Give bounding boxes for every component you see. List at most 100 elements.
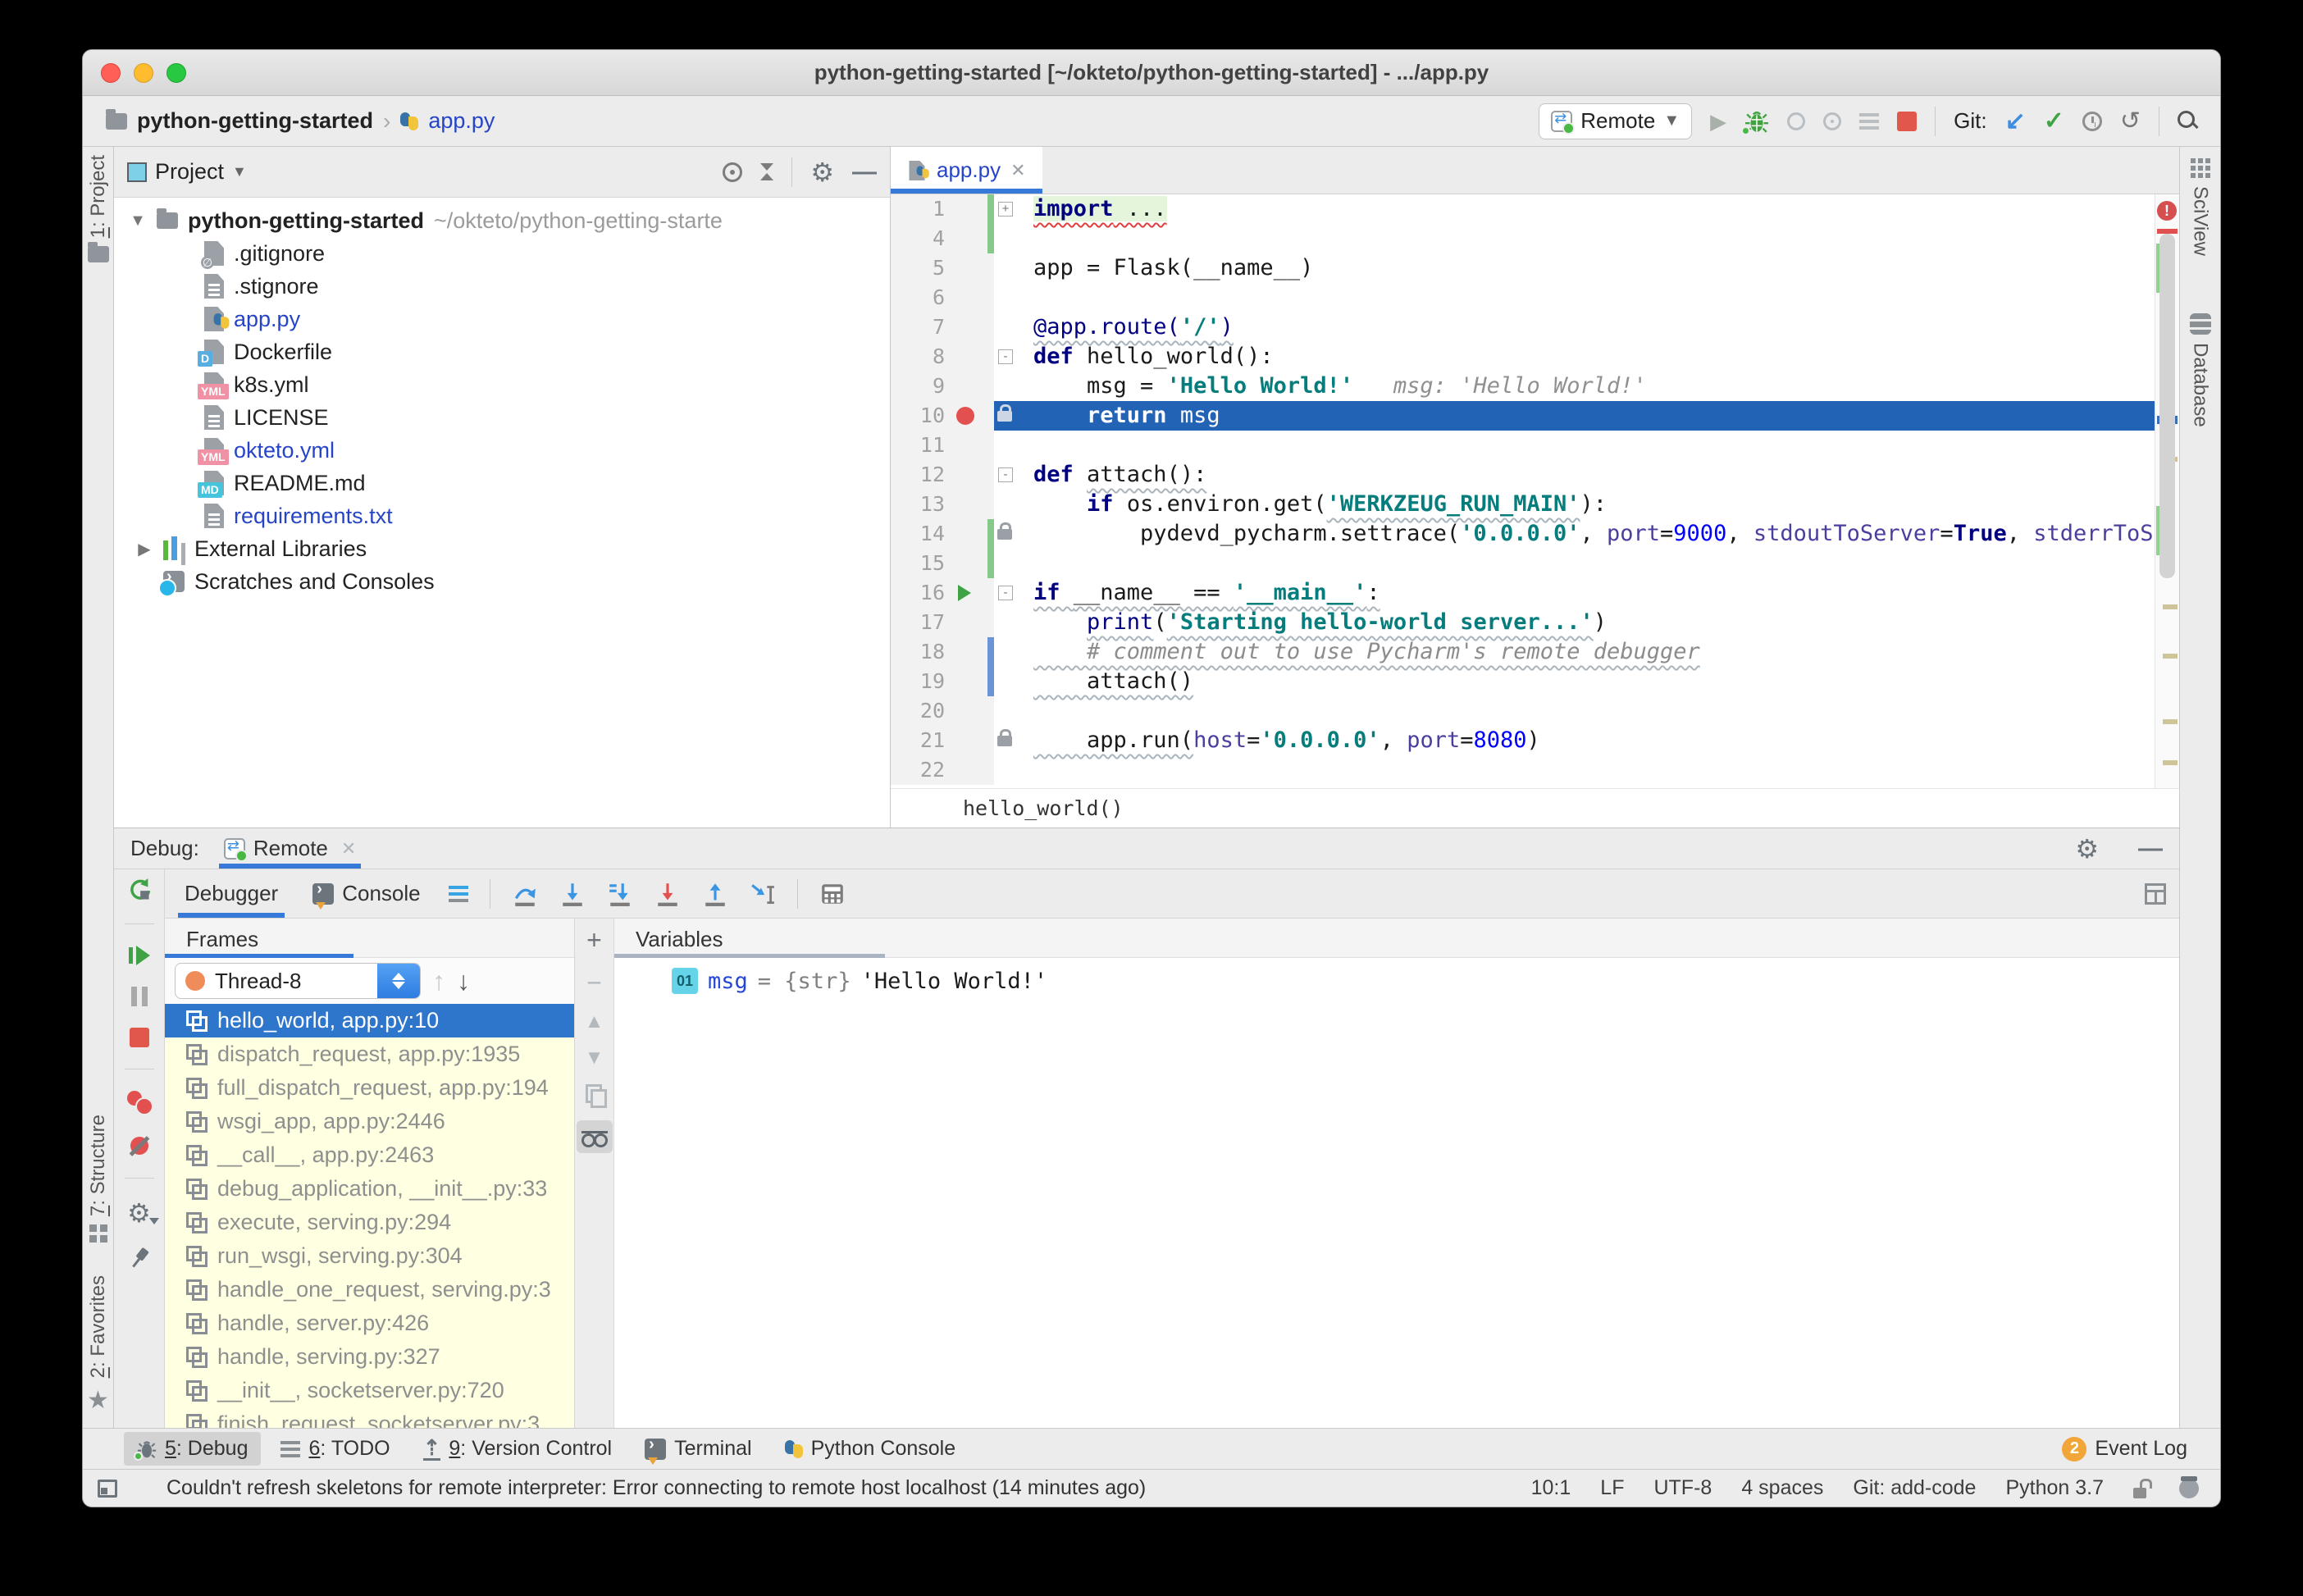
pause-button[interactable] (130, 987, 148, 1006)
file-encoding[interactable]: UTF-8 (1653, 1476, 1712, 1500)
sidebar-item-sciview[interactable]: SciView (2189, 158, 2212, 256)
frame-row[interactable]: full_dispatch_request, app.py:194 (165, 1071, 574, 1105)
resume-button[interactable] (128, 946, 150, 965)
code-line[interactable]: 13 if os.environ.get('WERKZEUG_RUN_MAIN'… (891, 490, 2155, 519)
step-into-my-code-button[interactable] (654, 881, 681, 907)
debug-settings-gear-icon[interactable]: ⚙ (2075, 836, 2099, 862)
warning-stripe-mark[interactable] (2163, 654, 2178, 659)
code-line[interactable]: 20 (891, 696, 2155, 726)
git-update-button[interactable]: ↙ (2005, 108, 2026, 134)
pin-icon[interactable] (124, 1243, 153, 1273)
step-into-button[interactable] (559, 881, 586, 907)
step-over-button[interactable] (512, 881, 538, 907)
code-line[interactable]: 14 pydevd_pycharm.settrace('0.0.0.0', po… (891, 519, 2155, 549)
tree-item[interactable]: app.py (114, 303, 890, 335)
code-line[interactable]: 11 (891, 431, 2155, 460)
run-button[interactable]: ▶ (1710, 111, 1726, 132)
warning-stripe-mark[interactable] (2163, 760, 2178, 765)
evaluate-expression-button[interactable] (819, 881, 846, 907)
editor-tab-app-py[interactable]: app.py ✕ (891, 147, 1042, 194)
editor-scrollbar[interactable]: ! (2155, 194, 2179, 788)
concurrency-button[interactable] (1859, 112, 1880, 130)
fold-marker[interactable]: - (998, 467, 1013, 482)
profiler-button[interactable] (1823, 112, 1842, 130)
frame-row[interactable]: finish_request, socketserver.py:3 (165, 1407, 574, 1428)
sidebar-item-favorites[interactable]: 2: Favorites ★ (87, 1275, 110, 1415)
tree-item[interactable]: D Dockerfile (114, 335, 890, 368)
tree-item[interactable]: requirements.txt (114, 499, 890, 532)
warning-stripe-mark[interactable] (2163, 719, 2178, 724)
view-breakpoints-button[interactable] (126, 1091, 153, 1115)
tree-item[interactable]: .stignore (114, 270, 890, 303)
code-line[interactable]: 8- def hello_world(): (891, 342, 2155, 372)
view-options-icon[interactable] (448, 885, 468, 902)
chevron-down-icon[interactable]: ▼ (232, 163, 247, 180)
breakpoint-icon[interactable] (956, 407, 974, 425)
move-down-button[interactable]: ▼ (585, 1048, 604, 1068)
code-line[interactable]: 15 (891, 549, 2155, 578)
next-frame-button[interactable]: ↓ (457, 968, 470, 994)
collapse-all-icon[interactable] (760, 163, 774, 180)
close-tab-icon[interactable]: ✕ (1010, 160, 1025, 181)
breadcrumb-project[interactable]: python-getting-started (137, 108, 373, 134)
code-line[interactable]: 5 app = Flask(__name__) (891, 253, 2155, 283)
hide-debug-panel-icon[interactable]: — (2138, 835, 2163, 863)
force-step-into-button[interactable] (607, 881, 633, 907)
code-line[interactable]: 22 (891, 755, 2155, 785)
tree-item[interactable]: ▶ External Libraries (114, 532, 890, 565)
stop-button[interactable] (1897, 111, 1918, 131)
code-line[interactable]: 12- def attach(): (891, 460, 2155, 490)
frame-row[interactable]: wsgi_app, app.py:2446 (165, 1105, 574, 1138)
tree-item[interactable]: MD README.md (114, 467, 890, 499)
code-line[interactable]: 10 return msg (891, 401, 2155, 431)
inspections-icon[interactable] (2179, 1475, 2199, 1498)
frame-row[interactable]: handle, serving.py:327 (165, 1340, 574, 1374)
status-message[interactable]: Couldn't refresh skeletons for remote in… (166, 1476, 1502, 1500)
combo-arrows-icon[interactable] (377, 964, 420, 998)
debug-button[interactable] (1741, 109, 1769, 135)
event-log-button[interactable]: 2 Event Log (2049, 1432, 2200, 1466)
toolwindow-version-control[interactable]: ⇡ 9: Version Control (410, 1432, 626, 1466)
git-history-button[interactable] (2082, 111, 2102, 131)
toolwindow-todo[interactable]: 6: TODO (267, 1432, 403, 1466)
rerun-button[interactable] (127, 878, 152, 902)
hide-panel-icon[interactable]: — (852, 158, 877, 186)
frame-row[interactable]: run_wsgi, serving.py:304 (165, 1239, 574, 1273)
code-line[interactable]: 18 # comment out to use Pycharm's remote… (891, 637, 2155, 667)
git-commit-button[interactable]: ✓ (2044, 108, 2064, 134)
tree-item[interactable]: LICENSE (114, 401, 890, 434)
add-watch-button[interactable]: + (586, 927, 602, 953)
frame-row[interactable]: execute, serving.py:294 (165, 1206, 574, 1239)
breadcrumb-file[interactable]: app.py (428, 108, 495, 134)
stop-debug-button[interactable] (129, 1028, 149, 1047)
frame-row[interactable]: hello_world, app.py:10 (165, 1004, 574, 1037)
gear-icon[interactable]: ⚙ (810, 159, 834, 185)
code-line[interactable]: 21 app.run(host='0.0.0.0', port=8080) (891, 726, 2155, 755)
code-line[interactable]: 1 + import ... (891, 194, 2155, 224)
code-line[interactable]: 4 (891, 224, 2155, 253)
project-panel-title[interactable]: Project (155, 159, 224, 185)
fold-marker[interactable]: - (998, 586, 1013, 600)
code-line[interactable]: 9 msg = 'Hello World!' msg: 'Hello World… (891, 372, 2155, 401)
toolwindow-debug[interactable]: 5: Debug (124, 1432, 262, 1466)
run-configuration-select[interactable]: Remote ▼ (1539, 103, 1693, 139)
close-session-icon[interactable]: ✕ (341, 838, 356, 860)
tab-console[interactable]: Console (306, 869, 426, 918)
sidebar-item-database[interactable]: Database (2189, 312, 2212, 427)
indent-setting[interactable]: 4 spaces (1741, 1476, 1823, 1500)
code-line[interactable]: 19 attach() (891, 667, 2155, 696)
fold-marker[interactable]: - (998, 349, 1013, 364)
debug-gear-icon[interactable]: ⚙ (127, 1200, 159, 1226)
error-indicator-icon[interactable]: ! (2157, 201, 2177, 221)
git-branch[interactable]: Git: add-code (1853, 1476, 1976, 1500)
readonly-toggle-icon[interactable] (2133, 1478, 2152, 1498)
code-line[interactable]: 6 (891, 283, 2155, 312)
tree-item[interactable]: YML okteto.yml (114, 434, 890, 467)
toolwindow-python-console[interactable]: Python Console (772, 1432, 969, 1466)
toolwindow-toggle-icon[interactable] (98, 1479, 117, 1498)
tab-debugger[interactable]: Debugger (178, 869, 285, 918)
run-to-cursor-button[interactable] (750, 881, 776, 907)
frame-row[interactable]: dispatch_request, app.py:1935 (165, 1037, 574, 1071)
caret-position[interactable]: 10:1 (1531, 1476, 1571, 1500)
toolwindow-terminal[interactable]: Terminal (632, 1432, 764, 1466)
